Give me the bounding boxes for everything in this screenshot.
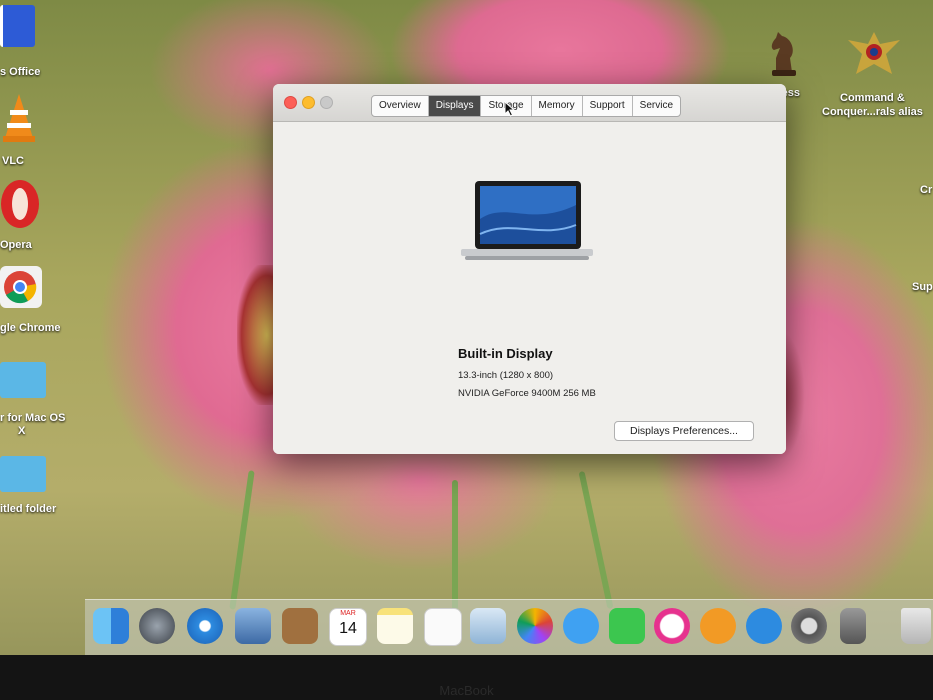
close-button[interactable] bbox=[284, 96, 297, 109]
office-doc-icon bbox=[0, 5, 35, 47]
tab-memory[interactable]: Memory bbox=[532, 96, 583, 116]
displays-preferences-button[interactable]: Displays Preferences... bbox=[614, 421, 754, 441]
tab-bar: Overview Displays Storage Memory Support… bbox=[371, 95, 682, 117]
calendar-day: 14 bbox=[339, 620, 357, 637]
desktop-icon-chrome[interactable] bbox=[0, 264, 42, 310]
app-store-icon[interactable] bbox=[746, 608, 782, 644]
dock: MAR 14 bbox=[85, 599, 933, 656]
photo-app-icon[interactable] bbox=[235, 608, 271, 644]
opera-icon bbox=[1, 180, 39, 228]
trash-icon[interactable] bbox=[901, 608, 931, 644]
ibooks-icon[interactable] bbox=[700, 608, 736, 644]
facetime-icon[interactable] bbox=[609, 608, 645, 644]
display-size-resolution: 13.3-inch (1280 x 800) bbox=[458, 370, 554, 381]
tab-support[interactable]: Support bbox=[583, 96, 633, 116]
minimize-button[interactable] bbox=[302, 96, 315, 109]
notes-icon[interactable] bbox=[377, 608, 413, 644]
tab-overview[interactable]: Overview bbox=[372, 96, 429, 116]
desktop-label-cr: Cr bbox=[920, 184, 933, 196]
contacts-icon[interactable] bbox=[282, 608, 318, 644]
desktop-label-office: s Office bbox=[0, 66, 41, 78]
desktop-icon-folder-macos[interactable] bbox=[0, 358, 46, 398]
desktop-label-command-conquer-line2: Conquer...rals alias bbox=[822, 106, 923, 118]
reminders-icon[interactable] bbox=[424, 608, 462, 646]
zoom-button[interactable] bbox=[320, 96, 333, 109]
flower-stem bbox=[229, 470, 255, 610]
folder-icon bbox=[0, 456, 46, 492]
desktop-label-command-conquer: Command & bbox=[840, 92, 905, 104]
desktop-icon-command-conquer[interactable] bbox=[846, 28, 902, 80]
photos-icon[interactable] bbox=[517, 608, 553, 644]
finder-icon[interactable] bbox=[93, 608, 129, 644]
chrome-icon bbox=[0, 266, 42, 308]
desktop-icon-office[interactable] bbox=[0, 5, 40, 55]
display-name: Built-in Display bbox=[458, 346, 553, 361]
desktop-label-untitled-folder: itled folder bbox=[0, 503, 57, 515]
desktop-label-vlc: VLC bbox=[2, 155, 24, 167]
disk-utility-icon[interactable] bbox=[840, 608, 866, 644]
desktop-label-folder-macos: r for Mac OS bbox=[0, 412, 66, 424]
desktop-label-chrome: gle Chrome bbox=[0, 322, 61, 334]
mouse-cursor-icon bbox=[504, 101, 516, 117]
calendar-icon[interactable]: MAR 14 bbox=[329, 608, 367, 646]
vlc-cone-icon bbox=[3, 94, 35, 142]
desktop-label-folder-macos-line2: X bbox=[18, 425, 26, 437]
desktop-icon-vlc[interactable] bbox=[0, 92, 38, 144]
messages-icon[interactable] bbox=[563, 608, 599, 644]
command-conquer-icon bbox=[848, 32, 900, 74]
system-preferences-icon[interactable] bbox=[791, 608, 827, 644]
desktop-label-sup: Sup bbox=[912, 281, 933, 293]
desktop-label-opera: Opera bbox=[0, 239, 32, 251]
desktop-icon-chess[interactable] bbox=[762, 28, 806, 78]
desktop-icon-untitled-folder[interactable] bbox=[0, 450, 46, 492]
macbook-laptop-icon bbox=[461, 181, 593, 260]
chess-knight-icon bbox=[771, 32, 796, 76]
folder-icon bbox=[0, 362, 46, 398]
graphics-card: NVIDIA GeForce 9400M 256 MB bbox=[458, 388, 596, 399]
displays-pane: Built-in Display 13.3-inch (1280 x 800) … bbox=[273, 122, 786, 454]
window-titlebar[interactable]: Overview Displays Storage Memory Support… bbox=[273, 84, 786, 122]
tab-service[interactable]: Service bbox=[633, 96, 680, 116]
about-this-mac-window: Overview Displays Storage Memory Support… bbox=[273, 84, 786, 454]
preview-icon[interactable] bbox=[470, 608, 506, 644]
safari-icon[interactable] bbox=[187, 608, 223, 644]
itunes-icon[interactable] bbox=[654, 608, 690, 644]
flower-stem bbox=[452, 480, 458, 610]
desktop-icon-opera[interactable] bbox=[0, 178, 40, 230]
calendar-month: MAR bbox=[340, 610, 356, 617]
tab-displays[interactable]: Displays bbox=[428, 96, 482, 116]
flower-stem bbox=[578, 470, 614, 610]
bezel-brand: MacBook bbox=[439, 683, 494, 698]
launchpad-icon[interactable] bbox=[139, 608, 175, 644]
